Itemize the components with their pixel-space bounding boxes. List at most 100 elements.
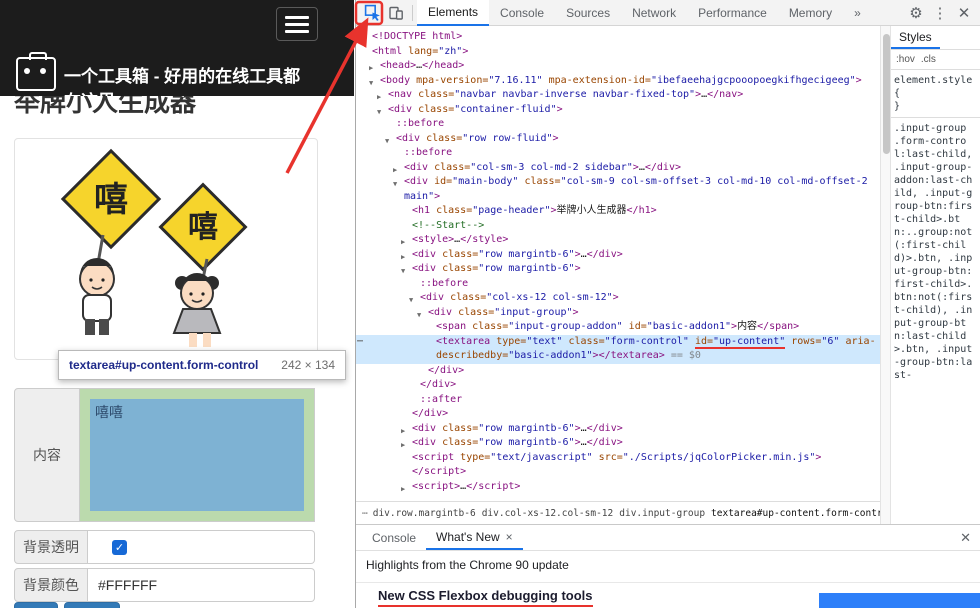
code-line[interactable]: </div> — [356, 378, 880, 393]
bg-color-input[interactable]: #FFFFFF — [88, 568, 315, 602]
code-line[interactable]: <html lang="zh"> — [356, 45, 880, 60]
device-toolbar-icon[interactable] — [384, 2, 408, 24]
code-token: <div — [396, 133, 426, 144]
breadcrumb-overflow-icon[interactable]: ⋯ — [362, 508, 368, 519]
collapse-arrow-icon[interactable]: ▼ — [393, 177, 397, 192]
css-selector-text[interactable]: .input-group .form-control:last-child, .… — [894, 122, 978, 382]
code-line[interactable]: ▶<div class="row margintb-6">…</div> — [356, 436, 880, 451]
code-line[interactable]: </div> — [356, 364, 880, 379]
code-line[interactable]: </script> — [356, 465, 880, 480]
code-token: class= — [568, 336, 604, 347]
devtools-tabs: ElementsConsoleSourcesNetworkPerformance… — [417, 0, 872, 26]
code-line[interactable]: ::before — [356, 277, 880, 292]
content-textarea[interactable]: 嘻嘻 — [80, 388, 315, 522]
breadcrumb: ⋯ div.row.margintb-6 div.col-xs-12.col-sm-… — [356, 501, 880, 524]
code-line[interactable]: </div> — [356, 407, 880, 422]
code-line[interactable]: <script type="text/javascript" src="./Sc… — [356, 451, 880, 466]
code-line[interactable]: ::before — [356, 117, 880, 132]
inspect-highlight-overlay: 嘻嘻 — [90, 399, 304, 511]
code-line[interactable]: ▶<script>…</script> — [356, 480, 880, 495]
code-token: id= — [629, 321, 647, 332]
drawer-tabbar: Console What's New × ✕ — [356, 525, 980, 551]
hamburger-icon — [285, 23, 309, 26]
site-logo-icon[interactable] — [16, 57, 56, 91]
bg-transparent-checkbox[interactable]: ✓ — [112, 540, 127, 555]
code-line[interactable]: ▶<nav class="navbar navbar-inverse navba… — [356, 88, 880, 103]
breadcrumb-item[interactable]: textarea#up-content.form-control — [711, 508, 880, 519]
bg-transparent-row: 背景透明 ✓ — [14, 530, 315, 564]
code-token: <h1 — [412, 205, 436, 216]
drawer-tab-whats-new[interactable]: What's New × — [426, 525, 523, 550]
tab-styles[interactable]: Styles — [891, 26, 940, 49]
code-token: > — [462, 46, 468, 57]
code-token: "main-body" — [452, 176, 518, 187]
styles-sidebar: Styles :hov .cls element.style { } .inpu… — [891, 26, 980, 524]
code-token: == $0 — [665, 350, 701, 361]
code-token: > — [434, 191, 440, 202]
settings-gear-icon[interactable]: ⚙ — [904, 2, 928, 24]
breadcrumb-item[interactable]: div.input-group — [619, 508, 705, 519]
devtools-tab-more[interactable]: » — [843, 0, 872, 26]
code-line[interactable]: ▼<div id="main-body" class="col-sm-9 col… — [356, 175, 880, 204]
code-line[interactable]: ▶<div class="col-sm-3 col-md-2 sidebar">… — [356, 161, 880, 176]
whats-new-article-link[interactable]: New CSS Flexbox debugging tools — [378, 588, 593, 607]
close-tab-icon[interactable]: × — [506, 530, 513, 544]
code-line[interactable]: ▼<body mpa-version="7.16.11" mpa-extensi… — [356, 74, 880, 89]
elements-scrollbar[interactable] — [880, 26, 891, 524]
code-line[interactable]: ▶<div class="row margintb-6">…</div> — [356, 248, 880, 263]
code-line[interactable]: ▼<div class="row margintb-6"> — [356, 262, 880, 277]
site-title[interactable]: 一个工具箱 - 好用的在线工具都 — [64, 62, 350, 87]
whats-new-heading: Highlights from the Chrome 90 update — [366, 558, 569, 572]
devtools-tab-network[interactable]: Network — [621, 0, 687, 26]
code-line[interactable]: ▼<div class="col-xs-12 col-sm-12"> — [356, 291, 880, 306]
code-token: ::before — [396, 118, 444, 129]
inspect-element-icon[interactable] — [360, 2, 384, 24]
code-line[interactable]: <!DOCTYPE html> — [356, 30, 880, 45]
breadcrumb-item[interactable]: div.row.margintb-6 — [373, 508, 476, 519]
code-line[interactable]: <!--Start--> — [356, 219, 880, 234]
devtools-tab-console[interactable]: Console — [489, 0, 555, 26]
code-line[interactable]: <h1 class="page-header">举牌小人生成器</h1> — [356, 204, 880, 219]
code-token: "basic-addon1" — [647, 321, 731, 332]
code-token: <div — [388, 104, 418, 115]
code-token: class= — [418, 89, 454, 100]
code-line[interactable]: ▶<head>…</head> — [356, 59, 880, 74]
code-line[interactable]: ▼<div class="input-group"> — [356, 306, 880, 321]
code-token: "row margintb-6" — [478, 423, 574, 434]
code-line[interactable]: <span class="input-group-addon" id="basi… — [356, 320, 880, 335]
code-line[interactable]: ::after — [356, 393, 880, 408]
code-line[interactable]: ⋯<textarea type="text" class="form-contr… — [356, 335, 880, 364]
code-line[interactable]: ::before — [356, 146, 880, 161]
devtools-tab-sources[interactable]: Sources — [555, 0, 621, 26]
element-style-rule[interactable]: element.style { — [894, 74, 978, 100]
code-token: </div> — [420, 379, 456, 390]
expand-arrow-icon[interactable]: ▶ — [401, 482, 405, 497]
code-line[interactable]: ▼<div class="row row-fluid"> — [356, 132, 880, 147]
secondary-button[interactable] — [64, 602, 120, 608]
code-token: "row margintb-6" — [478, 263, 574, 274]
scrollbar-thumb[interactable] — [883, 34, 890, 154]
code-token: "row margintb-6" — [478, 437, 574, 448]
code-token: </div> — [587, 437, 623, 448]
code-token: </script> — [466, 481, 520, 492]
devtools-tab-elements[interactable]: Elements — [417, 0, 489, 26]
code-line[interactable]: ▶<div class="row margintb-6">…</div> — [356, 422, 880, 437]
primary-button[interactable] — [14, 602, 58, 608]
close-drawer-icon[interactable]: ✕ — [960, 530, 971, 546]
whats-new-panel: Highlights from the Chrome 90 update New… — [356, 551, 980, 608]
code-token: "container-fluid" — [454, 104, 556, 115]
code-token: class= — [436, 205, 472, 216]
menu-toggle-button[interactable] — [276, 7, 318, 41]
drawer-tab-console[interactable]: Console — [362, 525, 426, 550]
devtools-tab-memory[interactable]: Memory — [778, 0, 843, 26]
class-toggle[interactable]: .cls — [921, 54, 936, 65]
devtools-tab-performance[interactable]: Performance — [687, 0, 778, 26]
more-options-icon[interactable]: ⋮ — [928, 2, 952, 24]
code-line[interactable]: ▼<div class="container-fluid"> — [356, 103, 880, 118]
breadcrumb-item[interactable]: div.col-xs-12.col-sm-12 — [482, 508, 614, 519]
hover-state-toggle[interactable]: :hov — [896, 54, 915, 65]
line-menu-icon[interactable]: ⋯ — [357, 335, 362, 350]
close-devtools-icon[interactable]: ✕ — [952, 2, 976, 24]
code-line[interactable]: ▶<style>…</style> — [356, 233, 880, 248]
code-token: "col-xs-12 col-sm-12" — [486, 292, 612, 303]
